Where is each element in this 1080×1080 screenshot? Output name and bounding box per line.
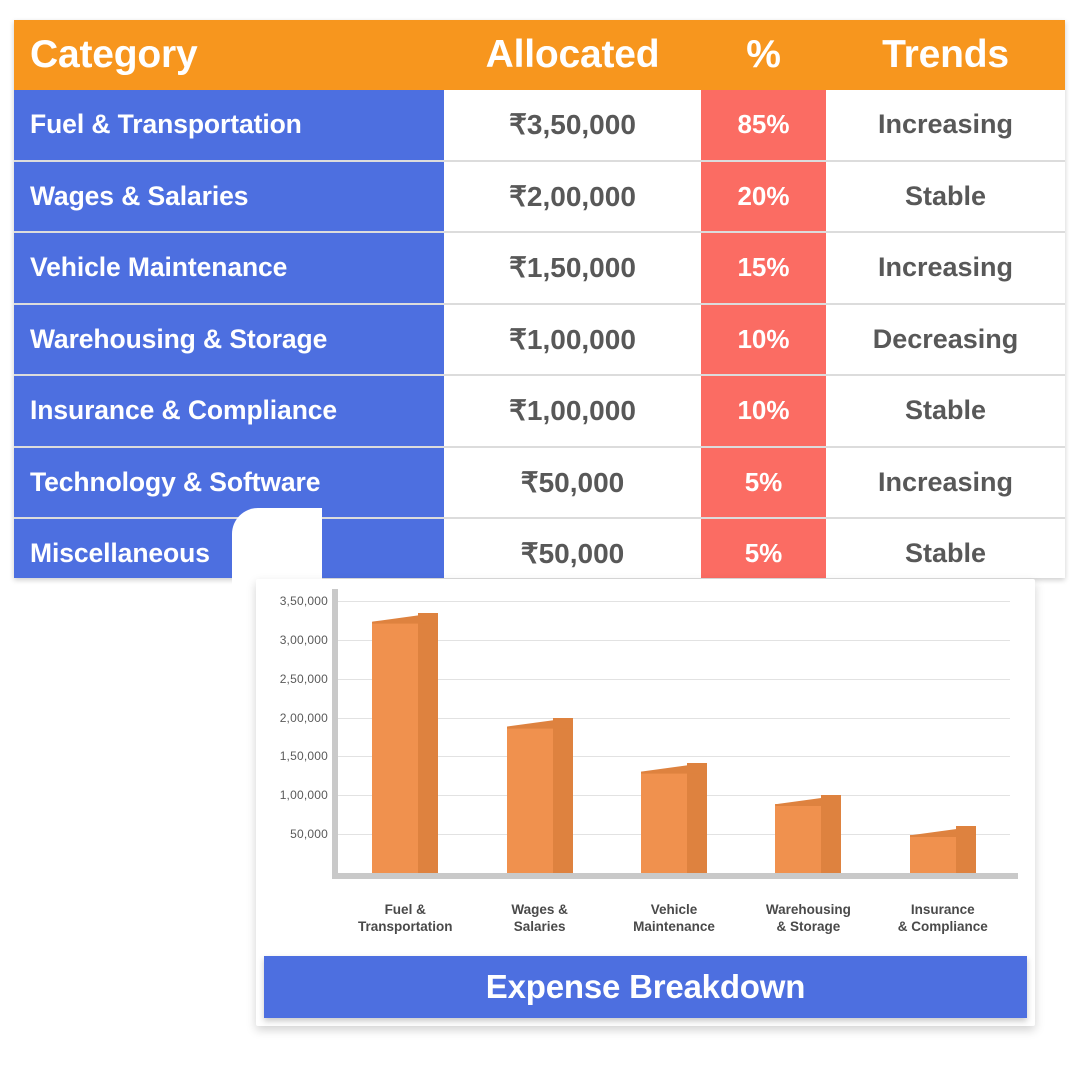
table-row: Fuel & Transportation ₹3,50,000 85% Increas… (14, 90, 1065, 162)
bar-side-face (687, 762, 707, 873)
cell-percent: 5% (701, 447, 826, 517)
y-axis-tick-label: 2,50,000 (279, 671, 328, 686)
chart-title-text: Expense Breakdown (485, 968, 806, 1005)
cell-trend: Increasing (877, 109, 1014, 140)
bar-front-face (372, 621, 419, 873)
chart-plot-area: 50,000 1,00,000 1,50,000 2,00,000 2,50,000 3,… (256, 589, 1035, 941)
cell-trend: Decreasing (872, 323, 1019, 354)
y-axis-tick-label: 1,00,000 (279, 788, 328, 803)
x-axis-tick-label: Wages & Salaries (511, 902, 568, 934)
cell-percent: 15% (701, 233, 826, 303)
bar-top-face (641, 762, 707, 774)
cell-percent: 10% (701, 304, 826, 374)
bar (506, 717, 573, 873)
cell-allocated: ₹50,000 (520, 466, 625, 498)
y-axis-tick-label: 3,00,000 (279, 632, 328, 647)
cell-category: Warehousing & Storage (14, 304, 444, 374)
bar-side-face (418, 612, 439, 873)
cell-trend: Stable (904, 538, 987, 569)
x-axis-tick-label: Insurance & Compliance (897, 902, 988, 934)
cell-allocated: ₹1,50,000 (509, 252, 636, 284)
cell-percent: 5% (701, 519, 826, 578)
cell-percent: 20% (701, 161, 826, 231)
x-axis-line (332, 873, 1018, 879)
bar-top-face (775, 795, 842, 807)
bar-top-face (506, 717, 573, 729)
cell-trend: Increasing (877, 252, 1014, 283)
bar (372, 612, 439, 873)
x-axis-tick-label: Vehicle Maintenance (633, 902, 715, 934)
cell-category: Technology & Software (14, 447, 444, 517)
chart-title-banner: Expense Breakdown (264, 956, 1027, 1018)
table-corner-notch (232, 508, 322, 588)
y-axis-labels: 50,000 1,00,000 1,50,000 2,00,000 2,50,000 3,… (266, 594, 328, 873)
y-axis-tick-label: 50,000 (290, 827, 328, 842)
x-axis-tick-label: Fuel & Transportation (357, 902, 453, 934)
column-header-percent: % (746, 33, 781, 76)
cell-trend: Stable (904, 180, 987, 211)
bar-front-face (909, 835, 956, 873)
cell-allocated: ₹3,50,000 (509, 109, 636, 141)
column-header-allocated: Allocated (485, 33, 660, 76)
bar (641, 762, 707, 873)
cell-allocated: ₹1,00,000 (509, 323, 636, 355)
cell-percent: 85% (701, 90, 826, 160)
table-row: Warehousing & Storage ₹1,00,000 10% Decreas… (14, 304, 1065, 376)
bar-front-face (506, 726, 553, 873)
cell-category: Vehicle Maintenance (14, 233, 444, 303)
expense-table: Category Allocated % Trends Fuel & Trans… (14, 20, 1065, 578)
cell-allocated: ₹1,00,000 (509, 395, 636, 427)
bar-front-face (641, 771, 687, 873)
bar-top-face (372, 612, 439, 624)
table-row: Miscellaneous ₹50,000 5% Stable (14, 519, 1065, 578)
infographic-canvas: Category Allocated % Trends Fuel & Trans… (0, 0, 1080, 1080)
table-body: Fuel & Transportation ₹3,50,000 85% Increas… (14, 90, 1065, 578)
table-row: Vehicle Maintenance ₹1,50,000 15% Increasin… (14, 233, 1065, 305)
x-axis-labels: Fuel & Transportation Wages & Salaries Vehic… (338, 901, 1010, 961)
bar-front-face (775, 804, 822, 873)
cell-category: Fuel & Transportation (14, 90, 444, 160)
cell-trend: Increasing (877, 466, 1014, 497)
chart-bars (338, 601, 1010, 873)
column-header-trends: Trends (882, 33, 1009, 76)
expense-chart-card: 50,000 1,00,000 1,50,000 2,00,000 2,50,000 3,… (256, 579, 1035, 1026)
column-header-category: Category (30, 33, 198, 76)
cell-allocated: ₹2,00,000 (509, 180, 636, 212)
cell-trend: Stable (904, 395, 987, 426)
cell-percent: 10% (701, 376, 826, 446)
bar-side-face (821, 795, 842, 873)
table-row: Wages & Salaries ₹2,00,000 20% Stable (14, 161, 1065, 233)
table-row: Insurance & Compliance ₹1,00,000 10% Stable (14, 376, 1065, 448)
bar-side-face (552, 717, 573, 873)
bar-top-face (909, 826, 976, 838)
bar (909, 826, 976, 873)
cell-category: Insurance & Compliance (14, 376, 444, 446)
cell-allocated: ₹50,000 (520, 538, 625, 570)
x-axis-tick-label: Warehousing & Storage (765, 902, 851, 934)
table-row: Technology & Software ₹50,000 5% Increasing (14, 447, 1065, 519)
bar (775, 795, 842, 873)
y-axis-tick-label: 2,00,000 (279, 710, 328, 725)
table-header-row: Category Allocated % Trends (14, 20, 1065, 90)
y-axis-tick-label: 3,50,000 (279, 594, 328, 608)
y-axis-tick-label: 1,50,000 (279, 749, 328, 764)
cell-category: Wages & Salaries (14, 161, 444, 231)
cell-category: Miscellaneous (14, 519, 444, 578)
